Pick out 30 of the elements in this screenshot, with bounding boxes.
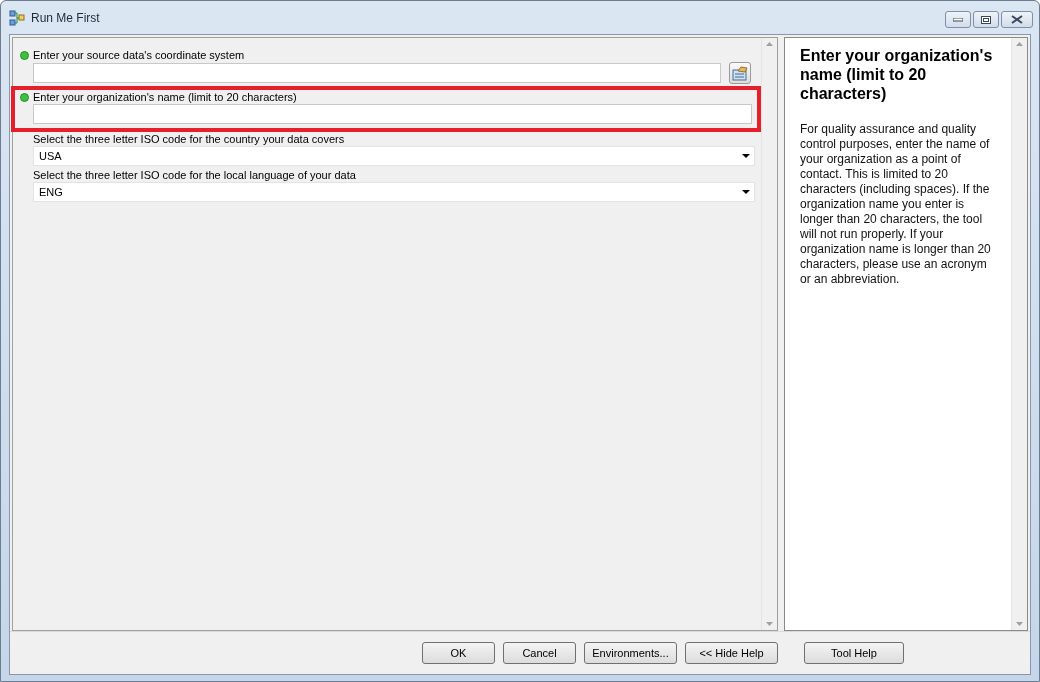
close-button[interactable] [1001, 11, 1033, 28]
dropdown-arrow-icon [742, 154, 750, 158]
input-field[interactable] [33, 63, 721, 83]
field-label: Enter your source data's coordinate system [33, 49, 245, 61]
dropdown[interactable]: ENG [33, 182, 755, 202]
scroll-up-icon[interactable] [766, 42, 773, 46]
scroll-up-icon[interactable] [1016, 42, 1023, 46]
input-field[interactable] [33, 104, 752, 124]
dialog-button[interactable]: Cancel [503, 642, 576, 664]
close-icon [1011, 15, 1023, 24]
model-icon [9, 9, 25, 26]
field-label: Select the three letter ISO code for the local language of your data [33, 169, 356, 181]
dropdown-arrow-icon [742, 190, 750, 194]
dialog-button[interactable]: Tool Help [804, 642, 904, 664]
browse-button[interactable] [729, 62, 751, 84]
dropdown[interactable]: USA [33, 146, 755, 166]
dialog-button[interactable]: OK [422, 642, 495, 664]
dialog-button[interactable]: Environments... [584, 642, 677, 664]
maximize-button[interactable] [973, 11, 999, 28]
scroll-down-icon[interactable] [1016, 622, 1023, 626]
minimize-icon [953, 17, 963, 22]
help-text: For quality assurance and quality control purposes, enter the name of your organization as a point of contact. This is limited to 20 characters (including spaces). If the organization name you enter is longer than 20 characters, the tool will not run properly. If your organization name is longer than 20 characters, please use an acronym or an abbreviation. [800, 122, 992, 287]
folder-icon [732, 65, 748, 81]
window-title: Run Me First [31, 10, 100, 25]
maximize-icon [981, 15, 991, 24]
field-label: Select the three letter ISO code for the country your data covers [33, 133, 345, 145]
field-label: Enter your organization's name (limit to 20 characters) [33, 91, 297, 103]
dialog-button[interactable]: << Hide Help [685, 642, 778, 664]
scroll-down-icon[interactable] [766, 622, 773, 626]
help-title: Enter your organization's name (limit to 20 characters) [800, 46, 994, 103]
